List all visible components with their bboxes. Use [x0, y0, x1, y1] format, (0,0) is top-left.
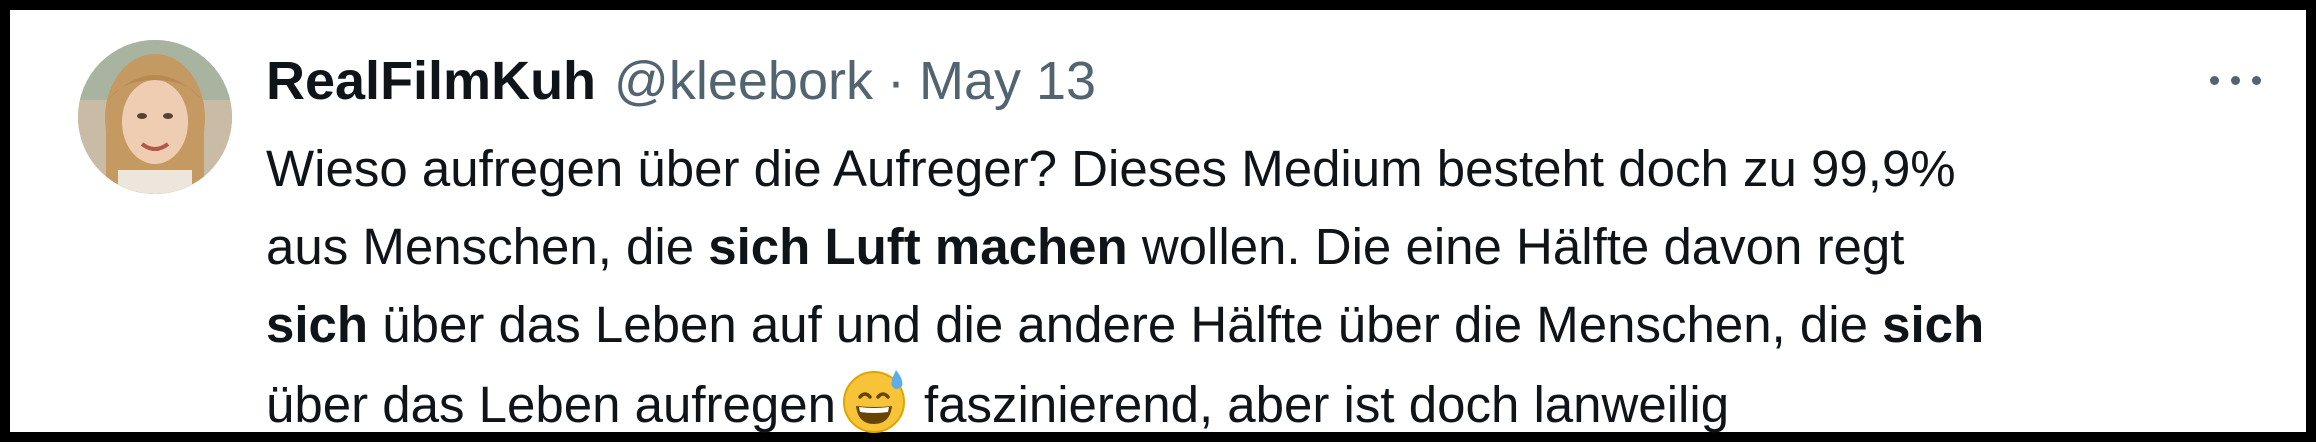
tweet-text-line-3: sich über das Leben auf und die andere H… [266, 286, 2276, 364]
text-segment: über das Leben aufregen [266, 376, 836, 433]
tweet-header: RealFilmKuh @kleebork · May 13 [266, 46, 1096, 116]
text-segment-bold: sich [266, 296, 369, 353]
tweet-text: Wieso aufregen über die Aufreger? Dieses… [266, 130, 2276, 442]
text-segment: über das Leben auf und die andere Hälfte… [368, 296, 1883, 353]
tweet-date[interactable]: May 13 [919, 50, 1096, 112]
grinning-face-with-sweat-emoji [838, 364, 910, 436]
avatar[interactable] [78, 40, 232, 194]
tweet-card[interactable]: RealFilmKuh @kleebork · May 13 Wieso auf… [0, 0, 2316, 442]
text-segment-bold: sich [1882, 296, 1985, 353]
tweet-text-line-2: aus Menschen, die sich Luft machen wolle… [266, 208, 2276, 286]
more-horizontal-icon [2204, 75, 2267, 85]
text-segment: faszinierend, aber ist doch lanweilig [923, 376, 1730, 433]
author-handle[interactable]: @kleebork [614, 50, 873, 112]
text-segment: aus Menschen, die [266, 218, 709, 275]
separator-dot: · [886, 51, 905, 111]
tweet-text-line-4: über das Leben aufregen faszinierend, ab… [266, 364, 2276, 442]
more-options-button[interactable] [2190, 52, 2280, 108]
author-name[interactable]: RealFilmKuh [266, 50, 596, 112]
text-segment: wollen. Die eine Hälfte davon regt [1127, 218, 1905, 275]
avatar-image [78, 40, 232, 194]
text-segment-bold: sich Luft machen [708, 218, 1128, 275]
tweet-text-line-1: Wieso aufregen über die Aufreger? Dieses… [266, 130, 2276, 208]
text-segment: Wieso aufregen über die Aufreger? Dieses… [266, 140, 1956, 197]
